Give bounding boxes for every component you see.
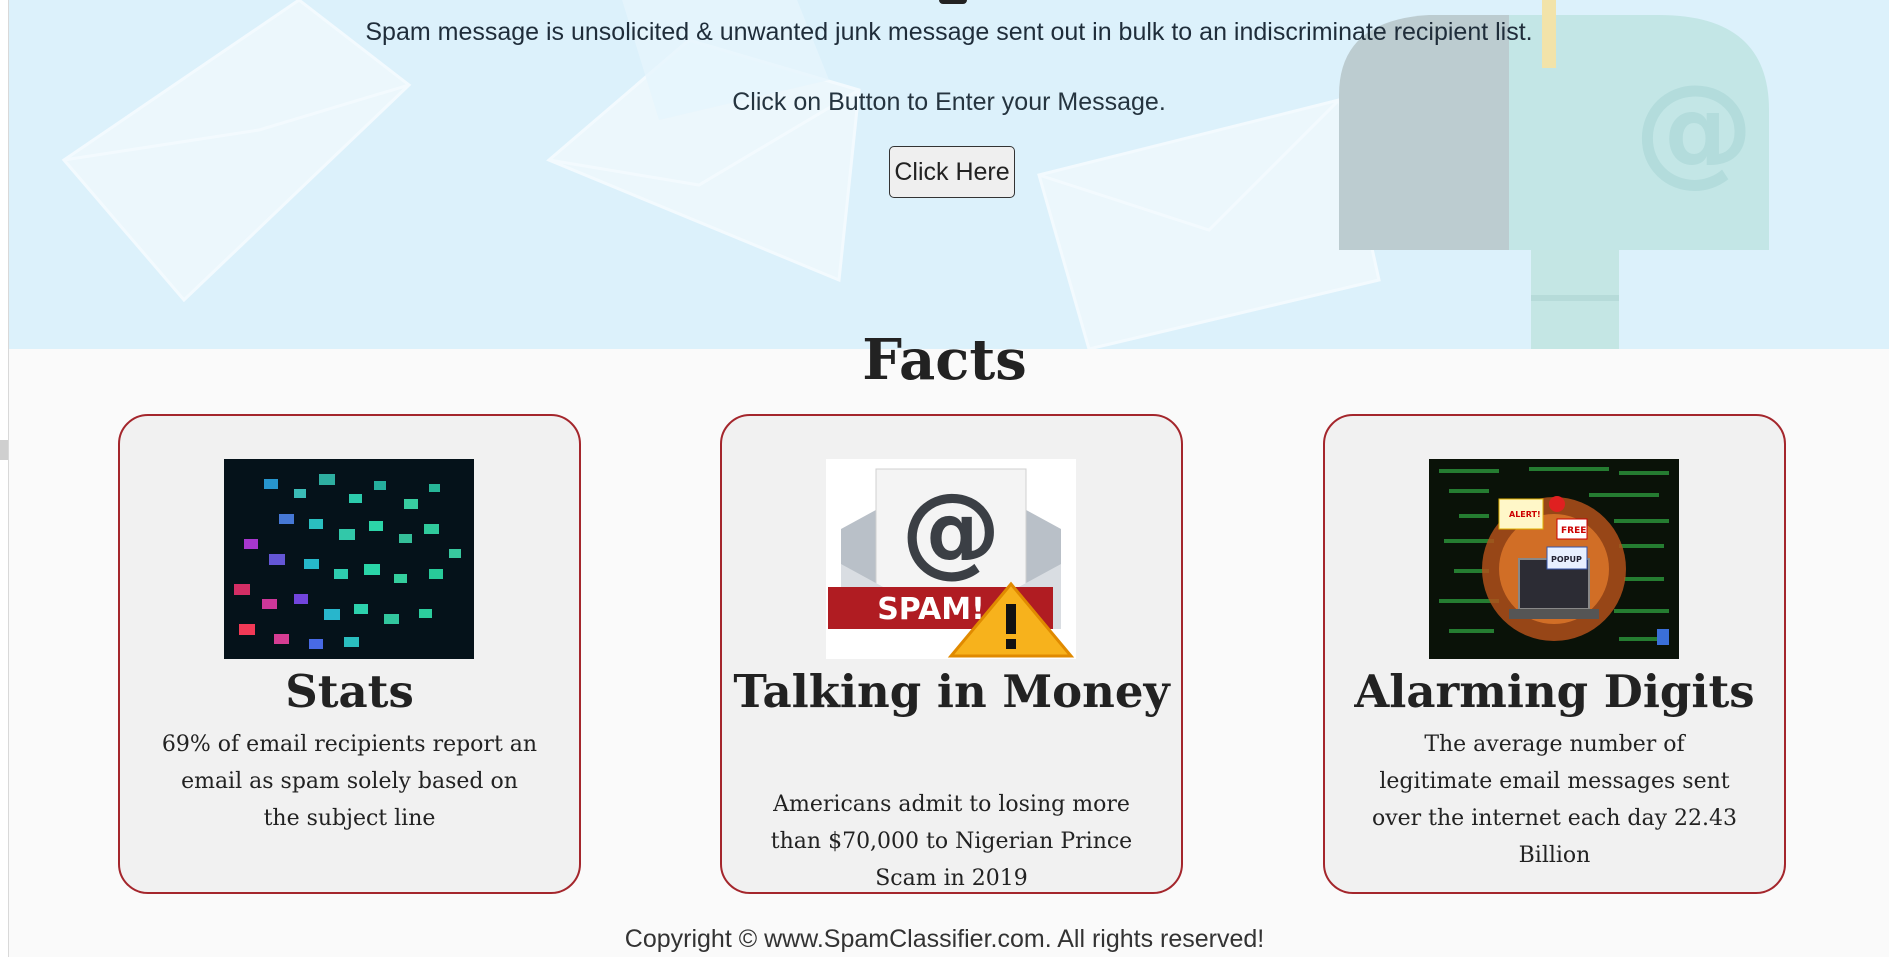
card-title: Alarming Digits [1354,665,1755,718]
svg-text:@: @ [1634,60,1754,199]
popup-label: POPUP [1551,555,1582,564]
spam-description: Spam message is unsolicited & unwanted j… [365,18,1533,46]
card-text: The average number of legitimate email m… [1371,732,1738,868]
card-text: 69% of email recipients report an email … [161,732,538,831]
svg-text:@: @ [901,471,1001,588]
card-title: Talking in Money [733,665,1170,718]
card-title: Stats [285,665,414,718]
fact-card-alarming-digits: ALERT! FREE POPUP Alarming Digits The av… [1323,414,1786,894]
facts-heading: Facts [862,327,1027,393]
page-title-fragment [939,0,967,4]
footer-copyright: Copyright © www.SpamClassifier.com. All … [624,925,1265,953]
spam-envelopes-image [224,459,474,659]
fact-card-talking-in-money: @ SPAM! Talking in Money Americans admit… [720,414,1183,894]
instruction-text: Click on Button to Enter your Message. [732,88,1166,116]
spam-label: SPAM! [877,592,985,627]
free-label: FREE [1561,526,1586,536]
scroll-indicator[interactable] [0,440,8,460]
alert-label: ALERT! [1509,510,1541,519]
card-text: Americans admit to losing more than $70,… [770,792,1133,891]
fact-card-stats: Stats 69% of email recipients report an … [118,414,581,894]
click-here-button[interactable]: Click Here [889,146,1015,198]
left-page-edge [0,0,9,957]
spam-mail-image: @ SPAM! [826,459,1076,659]
hero-banner: @ Spam message is unsolicited & unwanted… [9,0,1889,349]
laptop-popups-image: ALERT! FREE POPUP [1429,459,1679,659]
